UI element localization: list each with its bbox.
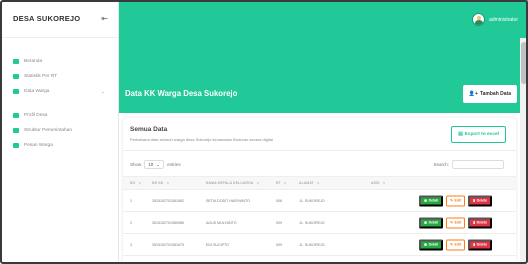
sidebar-item-struktur[interactable]: Struktur Pemerintahan — [0, 123, 118, 138]
delete-button[interactable]: ▮ Delete — [468, 217, 493, 228]
add-user-icon: 👤+ — [468, 91, 478, 97]
edit-button[interactable]: ✎ Edit — [446, 195, 466, 206]
entries-value: 10 — [148, 162, 154, 167]
scrollbar-thumb[interactable] — [521, 42, 527, 84]
cell-kk: 3515152701081962 — [152, 198, 184, 203]
delete-button[interactable]: ▮ Delete — [468, 239, 493, 250]
topbar: administrator — [119, 0, 528, 38]
sidebar-item-label: Profil Desa — [24, 113, 48, 118]
sidebar-item-profil-desa[interactable]: Profil Desa — [0, 108, 118, 123]
trash-icon: ▮ — [473, 220, 476, 225]
trash-icon: ▮ — [473, 198, 476, 203]
chart-icon — [13, 74, 19, 79]
sidebar-item-data-warga[interactable]: Data Warga ⌄ — [0, 84, 118, 99]
column-header-no[interactable]: NO ⇅ — [130, 181, 141, 185]
show-label: Show — [130, 162, 142, 167]
add-data-label: Tambah Data — [479, 91, 511, 97]
column-header-nama[interactable]: NAMA KEPALA KELUARGA ⇅ — [206, 181, 259, 185]
divider — [123, 150, 516, 151]
entries-label: entries — [167, 162, 181, 167]
cell-no: 2 — [130, 220, 132, 225]
search-control: Search: — [433, 160, 504, 169]
cell-nama: EDI SUCIPTO — [206, 242, 229, 247]
detail-button[interactable]: ◉ Detail — [419, 195, 444, 206]
table-row: 3 3515152701081675 EDI SUCIPTO 009 JL. S… — [123, 234, 516, 256]
username: administrator — [489, 16, 518, 23]
delete-button[interactable]: ▮ Delete — [468, 195, 493, 206]
card-title: Semua Data — [130, 126, 168, 133]
chevron-down-icon: ⌄ — [100, 88, 105, 95]
entries-control: Show 10 ⌄ entries — [130, 160, 181, 169]
eye-icon: ◉ — [424, 220, 428, 225]
cell-rt: 009 — [276, 242, 282, 247]
sidebar-item-pesan-warga[interactable]: Pesan Warga — [0, 138, 118, 153]
edit-button[interactable]: ✎ Edit — [446, 239, 466, 250]
cell-no: 3 — [130, 242, 132, 247]
page-header: Data KK Warga Desa Sukorejo 👤+ Tambah Da… — [119, 38, 528, 113]
eye-icon: ◉ — [424, 198, 428, 203]
users-icon — [13, 89, 19, 94]
detail-button[interactable]: ◉ Detail — [419, 239, 444, 250]
sidebar-item-label: Pesan Warga — [24, 143, 53, 148]
trash-icon: ▮ — [473, 242, 476, 247]
row-actions: ◉ Detail ✎ Edit ▮ Delete — [419, 217, 493, 228]
column-header-alamat[interactable]: ALAMAT ⇅ — [299, 181, 320, 185]
cell-no: 1 — [130, 198, 132, 203]
search-input[interactable] — [452, 160, 504, 169]
column-header-aksi[interactable]: AKSI ⇅ — [371, 181, 385, 185]
cell-alamat: JL. SUKOREJO — [299, 220, 325, 225]
data-card: Semua Data Perbaharui data seluruh warga… — [123, 118, 516, 264]
sidebar-item-beranda[interactable]: Beranda — [0, 54, 118, 69]
cell-alamat: JL. SUKOREJO — [299, 198, 325, 203]
sidebar-item-statistik[interactable]: Statistik Per RT — [0, 69, 118, 84]
dashboard-icon — [13, 59, 19, 64]
cell-rt: 009 — [276, 220, 282, 225]
cell-kk: 3515152701080985 — [152, 220, 184, 225]
detail-button[interactable]: ◉ Detail — [419, 217, 444, 228]
sidebar-item-label: Data Warga — [24, 89, 50, 94]
avatar — [472, 13, 486, 26]
column-header-kk[interactable]: NO KK ⇅ — [152, 181, 169, 185]
building-icon — [13, 113, 19, 118]
sidebar-toggle-icon[interactable]: ⇤ — [101, 14, 108, 23]
sidebar-item-label: Statistik Per RT — [24, 74, 58, 79]
data-table: NO ⇅ NO KK ⇅ NAMA KEPALA KELUARGA ⇅ RT ⇅ ALA… — [123, 176, 516, 256]
brand-title: DESA SUKOREJO — [13, 14, 81, 23]
sidebar: DESA SUKOREJO ⇤ Beranda Statistik Per RT… — [0, 0, 119, 264]
sitemap-icon — [13, 128, 19, 133]
table-row: 2 3515152701080985 AGUS MULYANTO 009 JL.… — [123, 212, 516, 234]
sidebar-item-label: Struktur Pemerintahan — [24, 128, 72, 133]
file-excel-icon: ▤ — [458, 132, 463, 137]
user-menu[interactable]: administrator — [472, 13, 518, 26]
table-row: 1 3515152701081962 SETIA DODIT HARIYANTO… — [123, 190, 516, 212]
brand-bar: DESA SUKOREJO ⇤ — [0, 0, 118, 38]
cell-rt: 006 — [276, 198, 282, 203]
cell-kk: 3515152701081675 — [152, 242, 184, 247]
add-data-button[interactable]: 👤+ Tambah Data — [462, 85, 517, 103]
row-actions: ◉ Detail ✎ Edit ▮ Delete — [419, 195, 493, 206]
edit-icon: ✎ — [450, 220, 454, 225]
cell-alamat: JL. SUKOREJO — [299, 242, 325, 247]
sidebar-item-label: Beranda — [24, 59, 43, 64]
scrollbar[interactable] — [520, 38, 528, 264]
entries-select[interactable]: 10 ⌄ — [144, 160, 165, 169]
eye-icon: ◉ — [424, 242, 428, 247]
cell-nama: AGUS MULYANTO — [206, 220, 237, 225]
edit-icon: ✎ — [450, 198, 454, 203]
cell-nama: SETIA DODIT HARIYANTO — [206, 198, 250, 203]
edit-button[interactable]: ✎ Edit — [446, 217, 466, 228]
chevron-down-icon: ⌄ — [156, 161, 161, 167]
page-title: Data KK Warga Desa Sukorejo — [125, 89, 238, 98]
column-header-rt[interactable]: RT ⇅ — [276, 181, 287, 185]
edit-icon: ✎ — [450, 242, 454, 247]
export-excel-button[interactable]: ▤ Export to excel — [451, 126, 506, 143]
export-label: Export to excel — [464, 132, 499, 137]
table-header: NO ⇅ NO KK ⇅ NAMA KEPALA KELUARGA ⇅ RT ⇅ ALA… — [123, 176, 516, 190]
card-subtitle: Perbaharui data seluruh warga desa Sukor… — [130, 137, 273, 142]
mail-icon — [13, 143, 19, 148]
search-label: Search: — [433, 162, 449, 167]
sidebar-nav: Beranda Statistik Per RT Data Warga ⌄ Pr… — [0, 38, 118, 153]
row-actions: ◉ Detail ✎ Edit ▮ Delete — [419, 239, 493, 250]
